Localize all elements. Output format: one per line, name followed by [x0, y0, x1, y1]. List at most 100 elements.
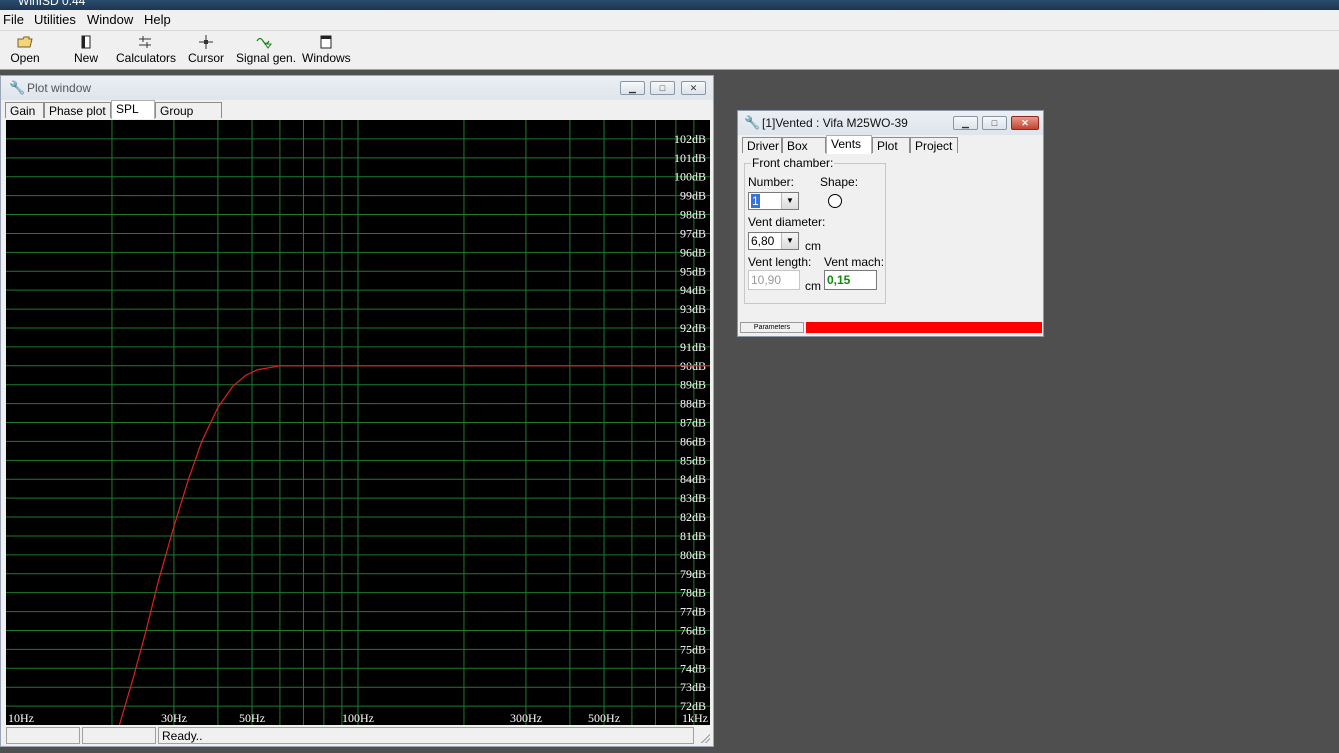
signal-generator-icon	[256, 35, 272, 49]
signal-generator-button[interactable]: Signal gen.	[236, 33, 297, 67]
x-tick-label: 300Hz	[510, 711, 542, 725]
tab-vents[interactable]: Vents	[826, 135, 872, 154]
y-tick-label: 83dB	[680, 491, 706, 505]
vent-mach-field: 0,15	[824, 270, 877, 290]
wrench-icon: 🔧	[9, 80, 26, 95]
calculators-button[interactable]: Calculators	[116, 33, 177, 67]
chevron-down-icon[interactable]: ▼	[781, 233, 798, 249]
vent-length-field: 10,90	[748, 270, 800, 290]
y-tick-label: 91dB	[680, 340, 706, 354]
resize-grip-icon[interactable]	[700, 733, 710, 743]
vented-window-title: [1]Vented : Vifa M25WO-39	[762, 116, 908, 130]
menu-utilities[interactable]: Utilities	[34, 12, 76, 27]
minimize-button[interactable]: ▁	[953, 116, 978, 130]
new-label: New	[73, 51, 98, 65]
close-button[interactable]: ✕	[1011, 116, 1039, 130]
y-tick-label: 97dB	[680, 226, 706, 240]
front-chamber-label: Front chamber:	[751, 156, 835, 170]
maximize-button[interactable]: □	[982, 116, 1007, 130]
tab-project[interactable]: Project	[910, 137, 958, 153]
open-folder-icon	[17, 35, 33, 49]
vent-length-label: Vent length:	[748, 255, 812, 269]
signal-generator-label: Signal gen.	[236, 51, 297, 65]
number-select[interactable]: 1 ▼	[748, 192, 799, 210]
y-tick-label: 94dB	[680, 283, 706, 297]
vent-diameter-label: Vent diameter:	[748, 215, 826, 229]
y-tick-label: 99dB	[680, 189, 706, 203]
spl-plot-area[interactable]: 102dB 101dB 100dB 99dB 98dB 97dB 96dB 95dB 94dB 9…	[6, 120, 710, 726]
open-label: Open	[10, 51, 40, 65]
plot-status-bar: Ready..	[1, 726, 713, 746]
y-tick-label: 96dB	[680, 245, 706, 259]
chevron-down-icon[interactable]: ▼	[781, 193, 798, 209]
status-text: Ready..	[158, 727, 694, 744]
plot-window-title-bar[interactable]: 🔧 Plot window ▁ □ ✕	[1, 76, 713, 100]
y-tick-label: 82dB	[680, 510, 706, 524]
vented-window: 🔧 [1]Vented : Vifa M25WO-39 ▁ □ ✕ Driver…	[737, 110, 1044, 337]
tab-gain[interactable]: Gain	[5, 102, 44, 118]
y-tick-label: 80dB	[680, 548, 706, 562]
plot-window-title: Plot window	[27, 81, 92, 95]
toolbar: Open New Calculators Cursor Signal gen. …	[0, 31, 1339, 70]
y-tick-label: 74dB	[680, 661, 706, 675]
spl-chart: 102dB 101dB 100dB 99dB 98dB 97dB 96dB 95dB 94dB 9…	[6, 120, 710, 726]
new-document-icon	[78, 35, 94, 49]
app-title-bar: WinISD 0.44	[0, 0, 1339, 10]
number-value: 1	[751, 194, 760, 208]
parameters-status-bar	[806, 322, 1042, 333]
y-tick-label: 79dB	[680, 567, 706, 581]
y-tick-label: 76dB	[680, 623, 706, 637]
y-tick-label: 84dB	[680, 472, 706, 486]
tab-phase-plot[interactable]: Phase plot	[44, 102, 111, 118]
window-icon	[318, 35, 334, 49]
y-tick-label: 93dB	[680, 302, 706, 316]
vented-window-title-bar[interactable]: 🔧 [1]Vented : Vifa M25WO-39 ▁ □ ✕	[738, 111, 1043, 135]
maximize-button[interactable]: □	[650, 81, 675, 95]
y-tick-label: 77dB	[680, 605, 706, 619]
x-tick-label: 100Hz	[342, 711, 374, 725]
windows-button[interactable]: Windows	[302, 33, 351, 67]
y-tick-label: 78dB	[680, 586, 706, 600]
menu-bar: File Utilities Window Help	[0, 10, 1339, 31]
wrench-icon: 🔧	[744, 115, 761, 130]
vent-diameter-unit: cm	[805, 239, 821, 253]
tab-driver[interactable]: Driver	[742, 137, 782, 153]
status-panel-2	[82, 727, 156, 744]
y-tick-label: 100dB	[674, 170, 706, 184]
tab-box[interactable]: Box	[782, 137, 826, 153]
number-label: Number:	[748, 175, 795, 189]
tab-plot[interactable]: Plot	[872, 137, 910, 153]
x-tick-label: 50Hz	[239, 711, 265, 725]
y-tick-label: 75dB	[680, 642, 706, 656]
x-tick-label: 500Hz	[588, 711, 620, 725]
vent-diameter-select[interactable]: 6,80 ▼	[748, 232, 799, 250]
close-button[interactable]: ✕	[681, 81, 706, 95]
y-tick-label: 73dB	[680, 680, 706, 694]
minimize-button[interactable]: ▁	[620, 81, 645, 95]
y-tick-label: 87dB	[680, 416, 706, 430]
menu-file[interactable]: File	[3, 12, 24, 27]
y-tick-label: 102dB	[674, 132, 706, 146]
y-tick-label: 85dB	[680, 453, 706, 467]
menu-window[interactable]: Window	[87, 12, 133, 27]
circle-icon[interactable]	[828, 194, 842, 208]
y-tick-label: 92dB	[680, 321, 706, 335]
new-button[interactable]: New	[66, 33, 106, 67]
menu-help[interactable]: Help	[144, 12, 171, 27]
vent-diameter-value: 6,80	[751, 234, 775, 248]
vent-mach-label: Vent mach:	[824, 255, 885, 269]
x-tick-label: 10Hz	[8, 711, 34, 725]
y-tick-label: 95dB	[680, 264, 706, 278]
app-title: WinISD 0.44	[18, 0, 86, 8]
cursor-button[interactable]: Cursor	[186, 33, 226, 67]
spl-response-curve	[118, 365, 710, 726]
y-tick-label: 101dB	[674, 151, 706, 165]
x-tick-label: 30Hz	[161, 711, 187, 725]
open-button[interactable]: Open	[4, 33, 46, 67]
y-tick-label: 86dB	[680, 434, 706, 448]
calculators-label: Calculators	[116, 51, 177, 65]
tab-group-delay[interactable]: Group delay	[155, 102, 222, 134]
y-tick-label: 81dB	[680, 529, 706, 543]
tab-spl[interactable]: SPL	[111, 100, 155, 119]
cursor-icon	[198, 35, 214, 49]
